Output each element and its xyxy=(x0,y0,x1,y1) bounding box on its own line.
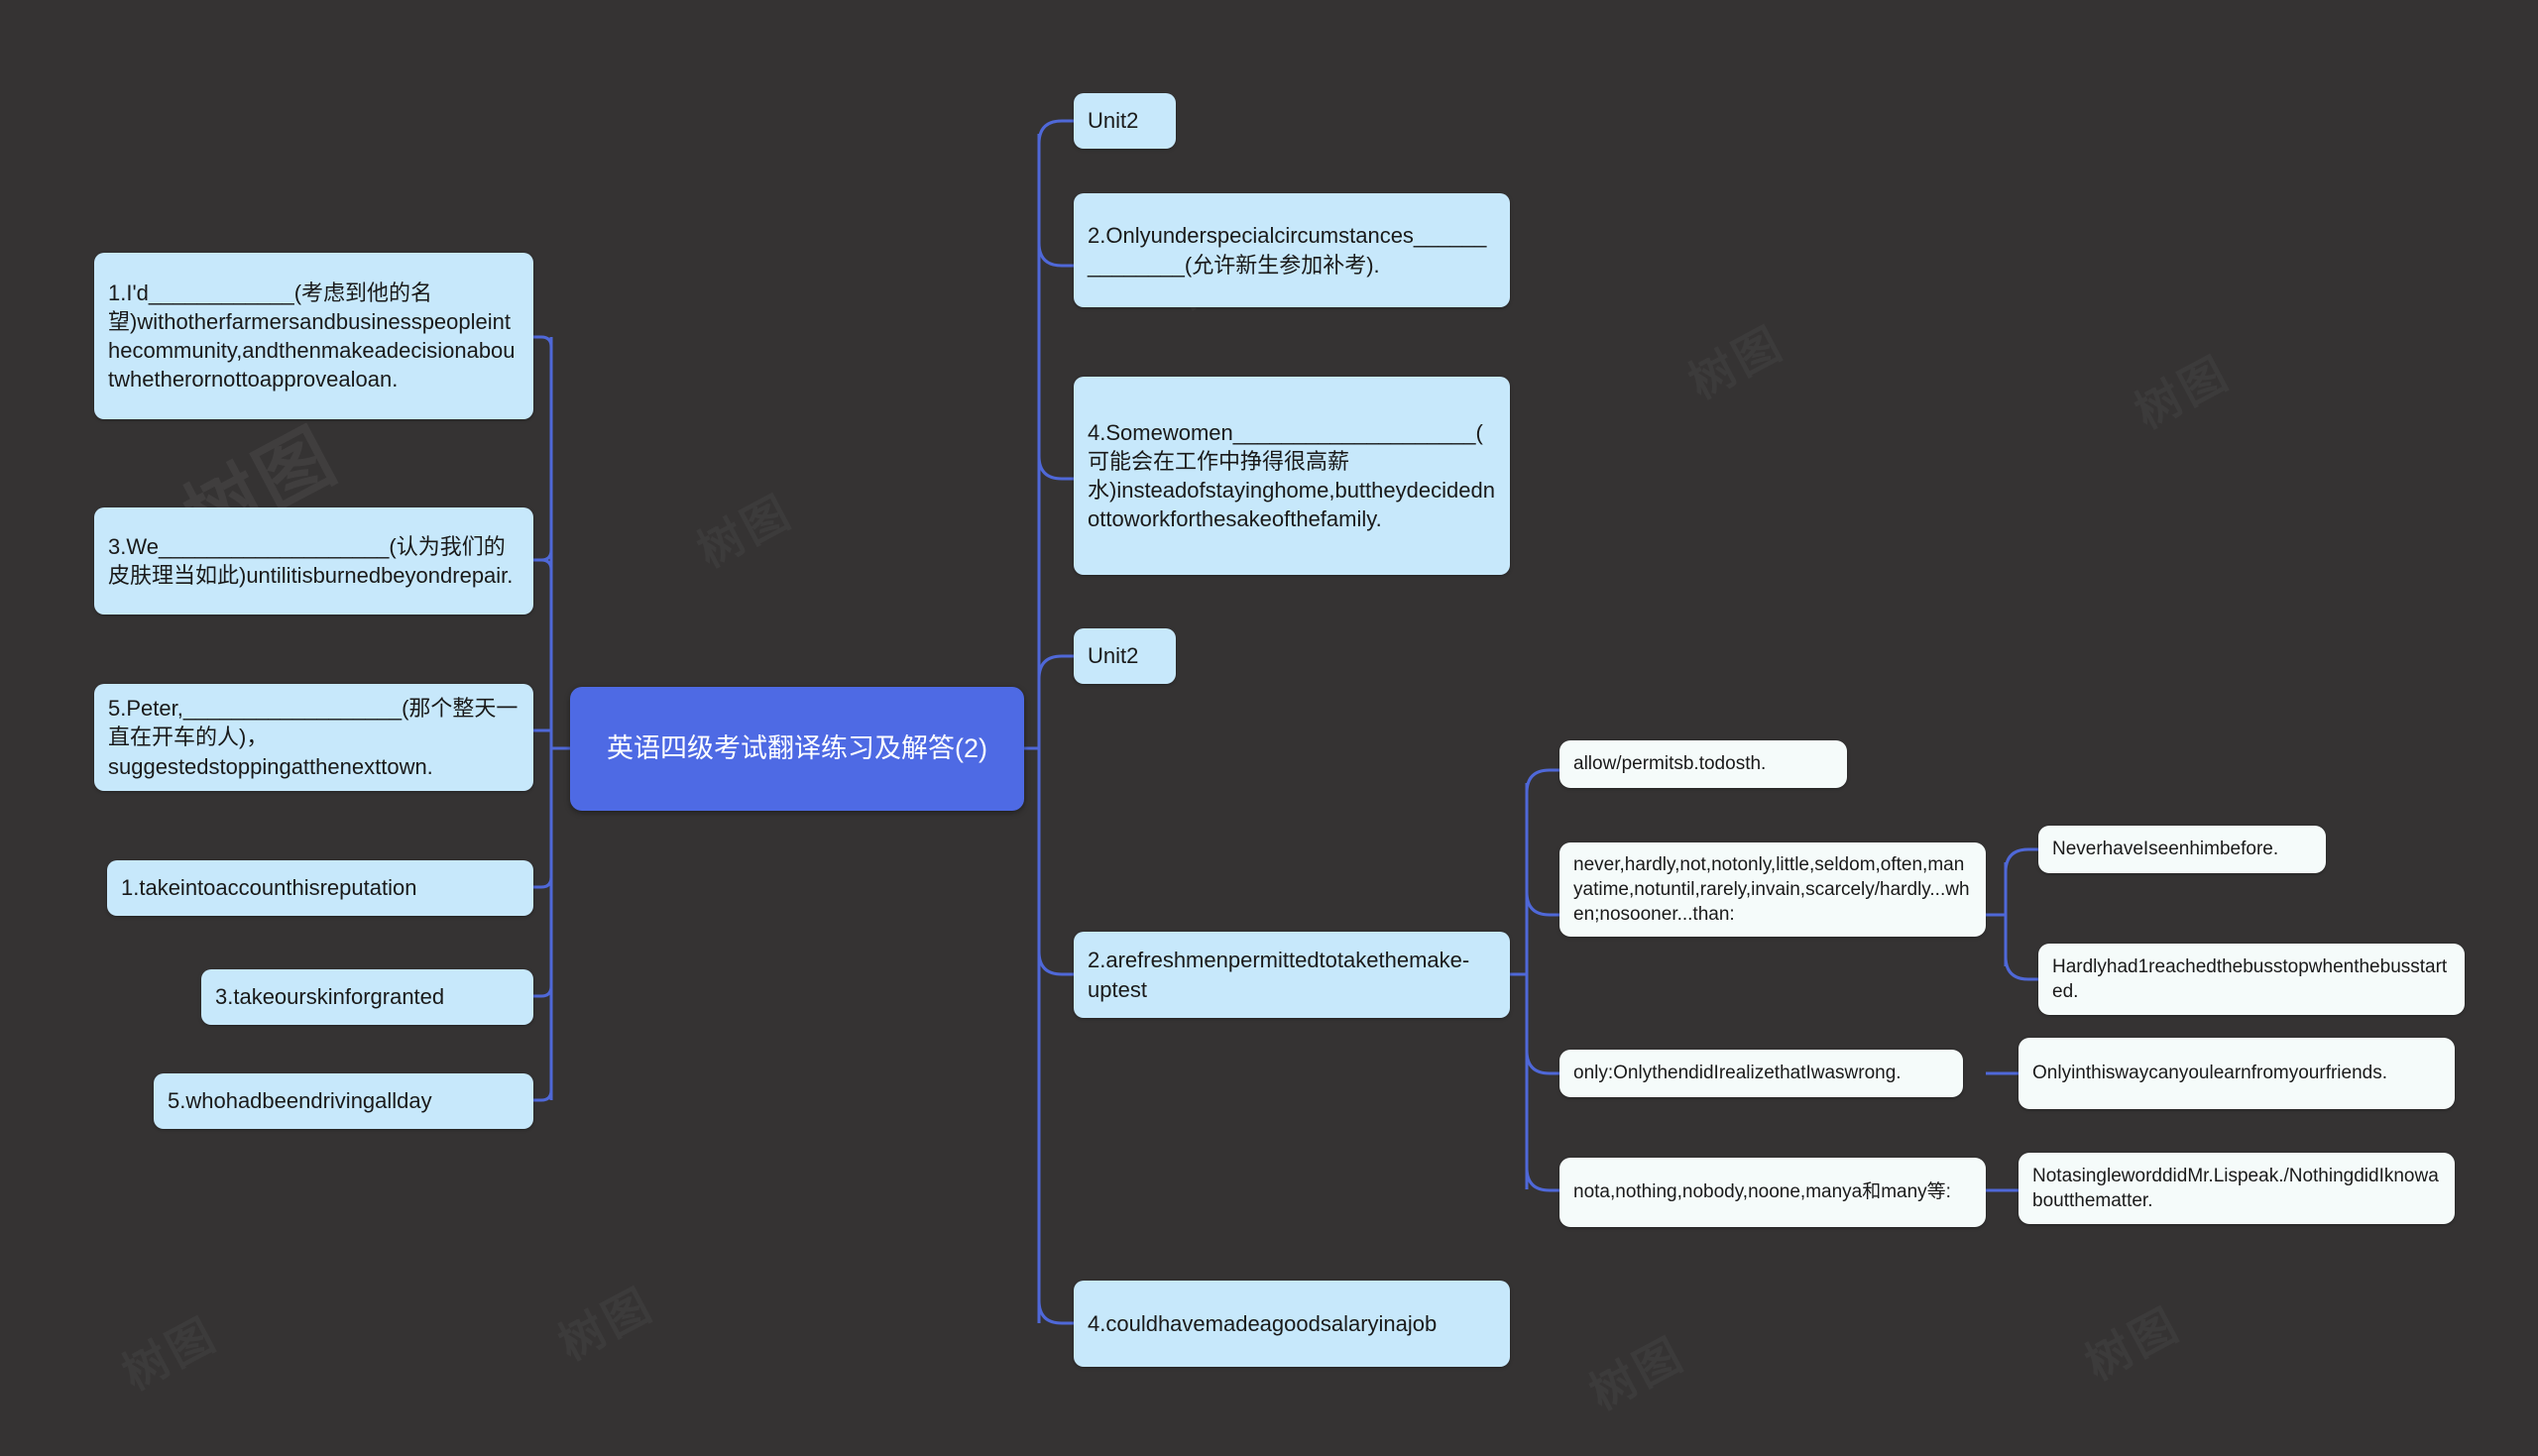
fourth-node-notasingle-label: NotasingleworddidMr.Lispeak./NothingdidI… xyxy=(2032,1165,2439,1211)
watermark-text: 树图 xyxy=(684,476,802,580)
third-node-only[interactable]: only:OnlythendidIrealizethatIwaswrong. xyxy=(1559,1050,1963,1097)
right-node-unit2-b[interactable]: Unit2 xyxy=(1074,628,1176,684)
watermark-text: 树图 xyxy=(109,1298,227,1402)
third-node-negatives[interactable]: never,hardly,not,notonly,little,seldom,o… xyxy=(1559,842,1986,937)
fourth-node-never-label: NeverhaveIseenhimbefore. xyxy=(2052,839,2279,860)
left-node-4[interactable]: 1.takeintoaccounthisreputation xyxy=(107,860,533,916)
fourth-node-onlyinthisway-label: Onlyinthiswaycanyoulearnfromyourfriends. xyxy=(2032,1063,2387,1084)
third-node-negatives-label: never,hardly,not,notonly,little,seldom,o… xyxy=(1573,853,1970,926)
left-node-5-label: 3.takeourskinforgranted xyxy=(215,984,445,1010)
root-node[interactable]: 英语四级考试翻译练习及解答(2) xyxy=(570,687,1024,811)
left-node-4-label: 1.takeintoaccounthisreputation xyxy=(121,875,417,901)
third-node-only-label: only:OnlythendidIrealizethatIwaswrong. xyxy=(1573,1063,1902,1084)
right-node-q4-label: 4.Somewomen____________________(可能会在工作中挣… xyxy=(1088,419,1495,532)
left-node-3[interactable]: 5.Peter,__________________(那个整天一直在开车的人)，… xyxy=(94,684,533,791)
left-node-6-label: 5.whohadbeendrivingallday xyxy=(168,1088,432,1114)
right-node-a4[interactable]: 4.couldhavemadeagoodsalaryinajob xyxy=(1074,1281,1510,1367)
third-node-nota-label: nota,nothing,nobody,noone,manya和many等: xyxy=(1573,1181,1951,1203)
root-label: 英语四级考试翻译练习及解答(2) xyxy=(607,732,987,763)
left-node-3-label: 5.Peter,__________________(那个整天一直在开车的人)，… xyxy=(108,696,519,779)
watermark-text: 树图 xyxy=(545,1269,663,1373)
left-node-1-label: 1.I'd____________(考虑到他的名望)withotherfarme… xyxy=(108,280,516,392)
fourth-node-onlyinthisway[interactable]: Onlyinthiswaycanyoulearnfromyourfriends. xyxy=(2019,1038,2455,1109)
right-node-a4-label: 4.couldhavemadeagoodsalaryinajob xyxy=(1088,1310,1438,1336)
left-node-6[interactable]: 5.whohadbeendrivingallday xyxy=(154,1073,533,1129)
fourth-node-notasingle[interactable]: NotasingleworddidMr.Lispeak./NothingdidI… xyxy=(2019,1153,2455,1224)
third-node-allow-label: allow/permitsb.todosth. xyxy=(1573,753,1767,775)
third-node-nota[interactable]: nota,nothing,nobody,noone,manya和many等: xyxy=(1559,1158,1986,1227)
watermark-text: 树图 xyxy=(2122,337,2240,441)
right-node-unit2-a-label: Unit2 xyxy=(1088,108,1139,134)
left-node-2-label: 3.We___________________(认为我们的皮肤理当如此)unti… xyxy=(108,533,514,588)
watermark-text: 树图 xyxy=(1675,307,1793,411)
right-node-q4[interactable]: 4.Somewomen____________________(可能会在工作中挣… xyxy=(1074,377,1510,575)
third-node-allow[interactable]: allow/permitsb.todosth. xyxy=(1559,740,1847,788)
fourth-node-hardly[interactable]: Hardlyhad1reachedthebusstopwhenthebussta… xyxy=(2038,944,2465,1015)
right-node-a2-label: 2.arefreshmenpermittedtotakethemake-upte… xyxy=(1088,948,1470,1002)
left-node-2[interactable]: 3.We___________________(认为我们的皮肤理当如此)unti… xyxy=(94,507,533,615)
right-node-unit2-b-label: Unit2 xyxy=(1088,643,1139,669)
right-node-unit2-a[interactable]: Unit2 xyxy=(1074,93,1176,149)
right-node-q2[interactable]: 2.Onlyunderspecialcircumstances_________… xyxy=(1074,193,1510,307)
left-node-5[interactable]: 3.takeourskinforgranted xyxy=(201,969,533,1025)
fourth-node-never[interactable]: NeverhaveIseenhimbefore. xyxy=(2038,826,2326,873)
mindmap-canvas[interactable]: 树图 树图 树图 树图 树图 树图 树图 树图 树图 xyxy=(0,0,2538,1456)
watermark-text: 树图 xyxy=(1576,1318,1694,1422)
watermark-text: 树图 xyxy=(2072,1288,2190,1393)
left-node-1[interactable]: 1.I'd____________(考虑到他的名望)withotherfarme… xyxy=(94,253,533,419)
right-node-a2[interactable]: 2.arefreshmenpermittedtotakethemake-upte… xyxy=(1074,932,1510,1018)
right-node-q2-label: 2.Onlyunderspecialcircumstances_________… xyxy=(1088,223,1487,278)
fourth-node-hardly-label: Hardlyhad1reachedthebusstopwhenthebussta… xyxy=(2052,955,2448,1002)
